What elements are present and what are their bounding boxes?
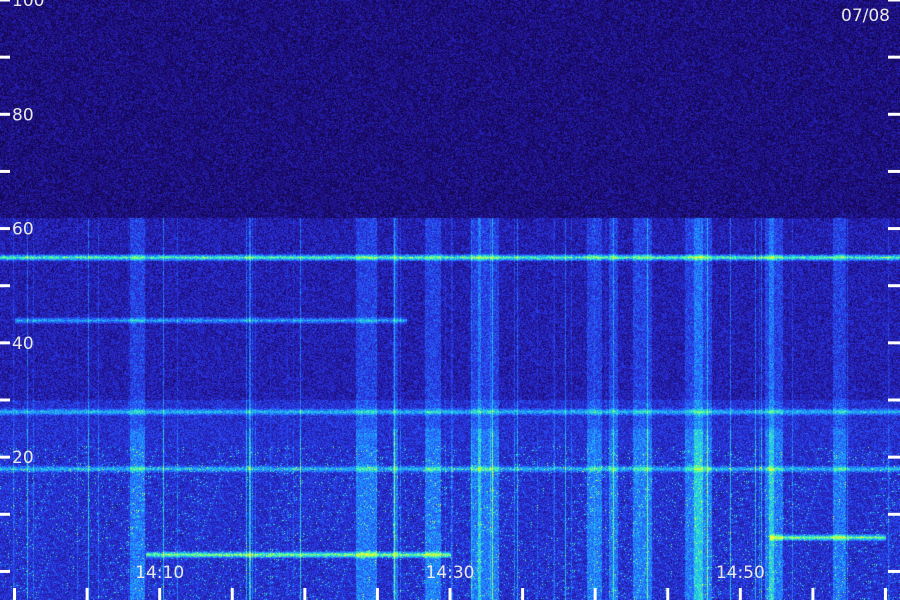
x-tick-label: 14:50 [716,563,765,583]
x-tick-label: 14:10 [135,563,184,583]
y-tick-label: 60 [12,220,34,240]
y-tick-label: 100 [12,0,44,11]
y-axis-ticks: 20 40 60 80 100 [0,0,900,573]
x-tick-label: 14:30 [426,563,475,583]
axes-overlay: 20 40 60 80 100 14:10 14:30 14:50 [0,0,900,600]
date-label: 07/08 [841,6,890,26]
y-tick-label: 40 [12,334,34,354]
y-tick-label: 80 [12,105,34,125]
x-axis-ticks: 14:10 14:30 14:50 [13,563,887,600]
y-tick-label: 20 [12,448,34,468]
